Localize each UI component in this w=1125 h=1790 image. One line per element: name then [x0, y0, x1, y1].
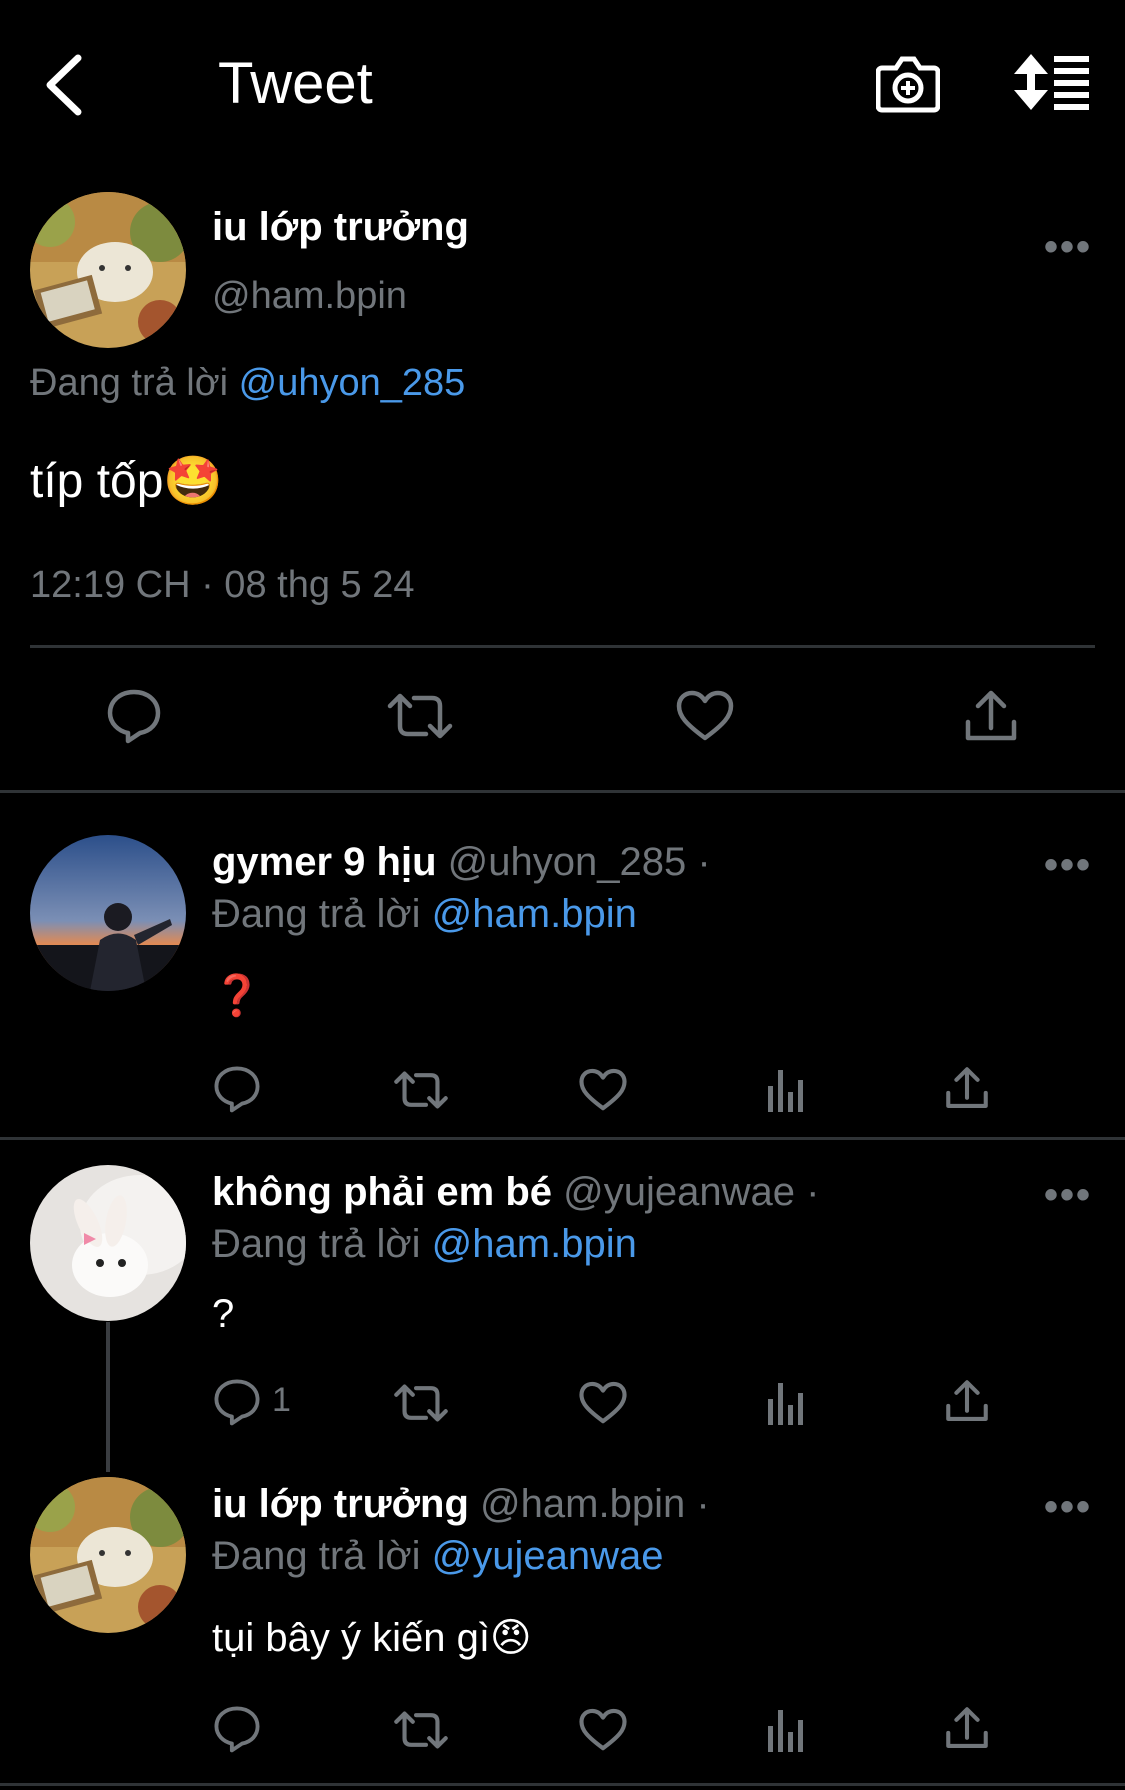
- reply-mention-link[interactable]: @uhyon_285: [239, 362, 466, 404]
- reply-mention-link[interactable]: @yujeanwae: [432, 1534, 664, 1578]
- tweet-text: ❓: [212, 974, 262, 1018]
- author-name[interactable]: gymer 9 hịu: [212, 840, 437, 884]
- thread-line: [106, 1322, 110, 1472]
- reply-icon: [213, 1378, 261, 1426]
- reply-icon: [213, 1705, 261, 1753]
- analytics-button[interactable]: [766, 1068, 806, 1112]
- author-name[interactable]: iu lớp trưởng: [212, 205, 469, 250]
- heart-icon: [579, 1381, 627, 1425]
- reply-label: Đang trả lời: [212, 892, 421, 936]
- author-name[interactable]: không phải em bé: [212, 1170, 552, 1214]
- author-handle[interactable]: @yujeanwae: [563, 1170, 795, 1214]
- reply-header: không phải em bé @yujeanwae ·: [212, 1170, 819, 1215]
- divider: [0, 1783, 1125, 1786]
- chevron-left-icon: [40, 50, 90, 120]
- retweet-button[interactable]: [386, 690, 454, 742]
- heart-icon: [676, 690, 734, 742]
- retweet-icon: [393, 1381, 449, 1425]
- avatar[interactable]: [30, 192, 186, 348]
- share-button[interactable]: [945, 1378, 989, 1424]
- reply-label: Đang trả lời: [212, 1534, 421, 1578]
- like-button[interactable]: [579, 1708, 627, 1752]
- reply-header: gymer 9 hịu @uhyon_285 ·: [212, 840, 711, 885]
- reply-label: Đang trả lời: [30, 362, 229, 404]
- retweet-button[interactable]: [393, 1381, 449, 1425]
- author-handle[interactable]: @ham.bpin: [212, 275, 407, 318]
- divider: [0, 1137, 1125, 1140]
- back-button[interactable]: [40, 50, 90, 120]
- reply-button[interactable]: [106, 688, 162, 744]
- reply-icon: [213, 1065, 261, 1113]
- more-options-button[interactable]: •••: [1044, 225, 1092, 270]
- divider: [0, 790, 1125, 793]
- separator-dot: ·: [696, 1482, 710, 1526]
- reply-label: Đang trả lời: [212, 1222, 421, 1266]
- author-handle[interactable]: @uhyon_285: [448, 840, 687, 884]
- like-button[interactable]: [579, 1068, 627, 1112]
- heart-icon: [579, 1708, 627, 1752]
- author-handle[interactable]: @ham.bpin: [480, 1482, 685, 1526]
- more-options-button[interactable]: •••: [1044, 1173, 1092, 1218]
- share-icon: [964, 688, 1018, 744]
- camera-plus-icon: [876, 52, 940, 114]
- tweet-timestamp: 12:19 CH · 08 thg 5 24: [30, 564, 415, 606]
- retweet-button[interactable]: [393, 1068, 449, 1112]
- analytics-button[interactable]: [766, 1381, 806, 1425]
- reply-mention-link[interactable]: @ham.bpin: [432, 892, 637, 936]
- bar-chart-icon: [766, 1381, 806, 1425]
- retweet-icon: [386, 690, 454, 742]
- reply-mention-link[interactable]: @ham.bpin: [432, 1222, 637, 1266]
- heart-icon: [579, 1068, 627, 1112]
- reply-button[interactable]: [213, 1378, 261, 1426]
- share-icon: [945, 1705, 989, 1751]
- tweet-text: tụi bây ý kiến gì😠: [212, 1616, 532, 1660]
- like-button[interactable]: [579, 1381, 627, 1425]
- bar-chart-icon: [766, 1068, 806, 1112]
- reply-context: Đang trả lời @uhyon_285: [30, 362, 465, 405]
- reply-icon: [106, 688, 162, 744]
- more-options-button[interactable]: •••: [1044, 843, 1092, 888]
- reply-button[interactable]: [213, 1065, 261, 1113]
- page-title: Tweet: [218, 51, 373, 116]
- share-button[interactable]: [964, 688, 1018, 744]
- analytics-button[interactable]: [766, 1708, 806, 1752]
- share-button[interactable]: [945, 1065, 989, 1111]
- sort-button[interactable]: [1014, 52, 1090, 112]
- reply-context: Đang trả lời @yujeanwae: [212, 1534, 664, 1579]
- reply-header: iu lớp trưởng @ham.bpin ·: [212, 1482, 710, 1527]
- share-icon: [945, 1065, 989, 1111]
- reply-context: Đang trả lời @ham.bpin: [212, 892, 637, 937]
- sort-list-icon: [1014, 52, 1090, 112]
- more-options-button[interactable]: •••: [1044, 1485, 1092, 1530]
- tweet-text: típ tốp🤩: [30, 455, 224, 508]
- author-name[interactable]: iu lớp trưởng: [212, 1482, 469, 1526]
- separator-dot: ·: [697, 840, 711, 884]
- like-button[interactable]: [676, 690, 734, 742]
- retweet-icon: [393, 1708, 449, 1752]
- reply-context: Đang trả lời @ham.bpin: [212, 1222, 637, 1267]
- avatar[interactable]: [30, 835, 186, 991]
- reply-count: 1: [272, 1381, 291, 1419]
- retweet-button[interactable]: [393, 1708, 449, 1752]
- camera-button[interactable]: [876, 52, 940, 114]
- avatar[interactable]: [30, 1165, 186, 1321]
- separator-dot: ·: [806, 1170, 820, 1214]
- share-button[interactable]: [945, 1705, 989, 1751]
- reply-button[interactable]: [213, 1705, 261, 1753]
- divider: [30, 645, 1095, 648]
- bar-chart-icon: [766, 1708, 806, 1752]
- tweet-text: ?: [212, 1292, 235, 1336]
- retweet-icon: [393, 1068, 449, 1112]
- share-icon: [945, 1378, 989, 1424]
- avatar[interactable]: [30, 1477, 186, 1633]
